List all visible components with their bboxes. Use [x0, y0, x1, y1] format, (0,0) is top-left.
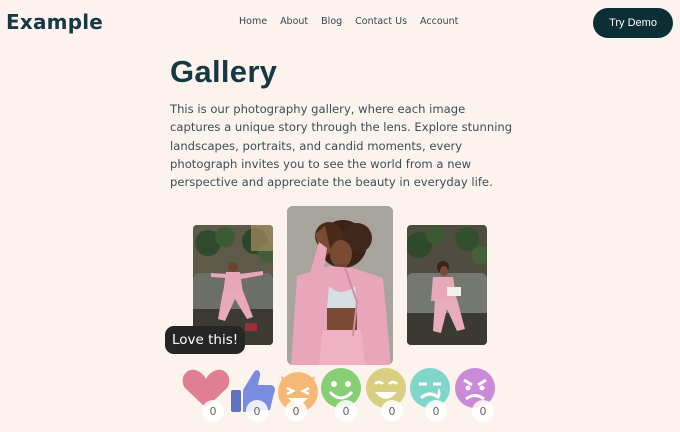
reaction-thumbs-up[interactable]: 0	[230, 366, 280, 424]
reaction-tooltip: Love this!	[165, 326, 246, 354]
reaction-heart[interactable]: 0	[181, 366, 231, 424]
reaction-angry[interactable]: 0	[454, 366, 504, 424]
reaction-count: 0	[202, 400, 224, 422]
page-title: Gallery	[170, 54, 278, 89]
reaction-laugh[interactable]: 0	[275, 366, 325, 424]
reaction-count: 0	[246, 400, 268, 422]
gallery-intro: This is our photography gallery, where e…	[170, 102, 513, 190]
reaction-count: 0	[381, 400, 403, 422]
gallery-photo-2[interactable]	[287, 206, 393, 365]
try-demo-button[interactable]: Try Demo	[593, 8, 673, 38]
main-nav: Home About Blog Contact Us Account	[239, 16, 458, 27]
reaction-count: 0	[425, 400, 447, 422]
reaction-sad[interactable]: 0	[409, 366, 459, 424]
reaction-grin[interactable]: 0	[365, 366, 415, 424]
reaction-count: 0	[335, 400, 357, 422]
nav-about[interactable]: About	[280, 16, 308, 27]
nav-home[interactable]: Home	[239, 16, 267, 27]
site-logo[interactable]: Example	[6, 10, 103, 34]
reaction-count: 0	[285, 400, 307, 422]
nav-account[interactable]: Account	[420, 16, 458, 27]
reaction-smile[interactable]: 0	[320, 366, 370, 424]
nav-contact-us[interactable]: Contact Us	[355, 16, 407, 27]
nav-blog[interactable]: Blog	[321, 16, 342, 27]
reaction-count: 0	[472, 400, 494, 422]
gallery-photo-3[interactable]	[407, 225, 487, 345]
